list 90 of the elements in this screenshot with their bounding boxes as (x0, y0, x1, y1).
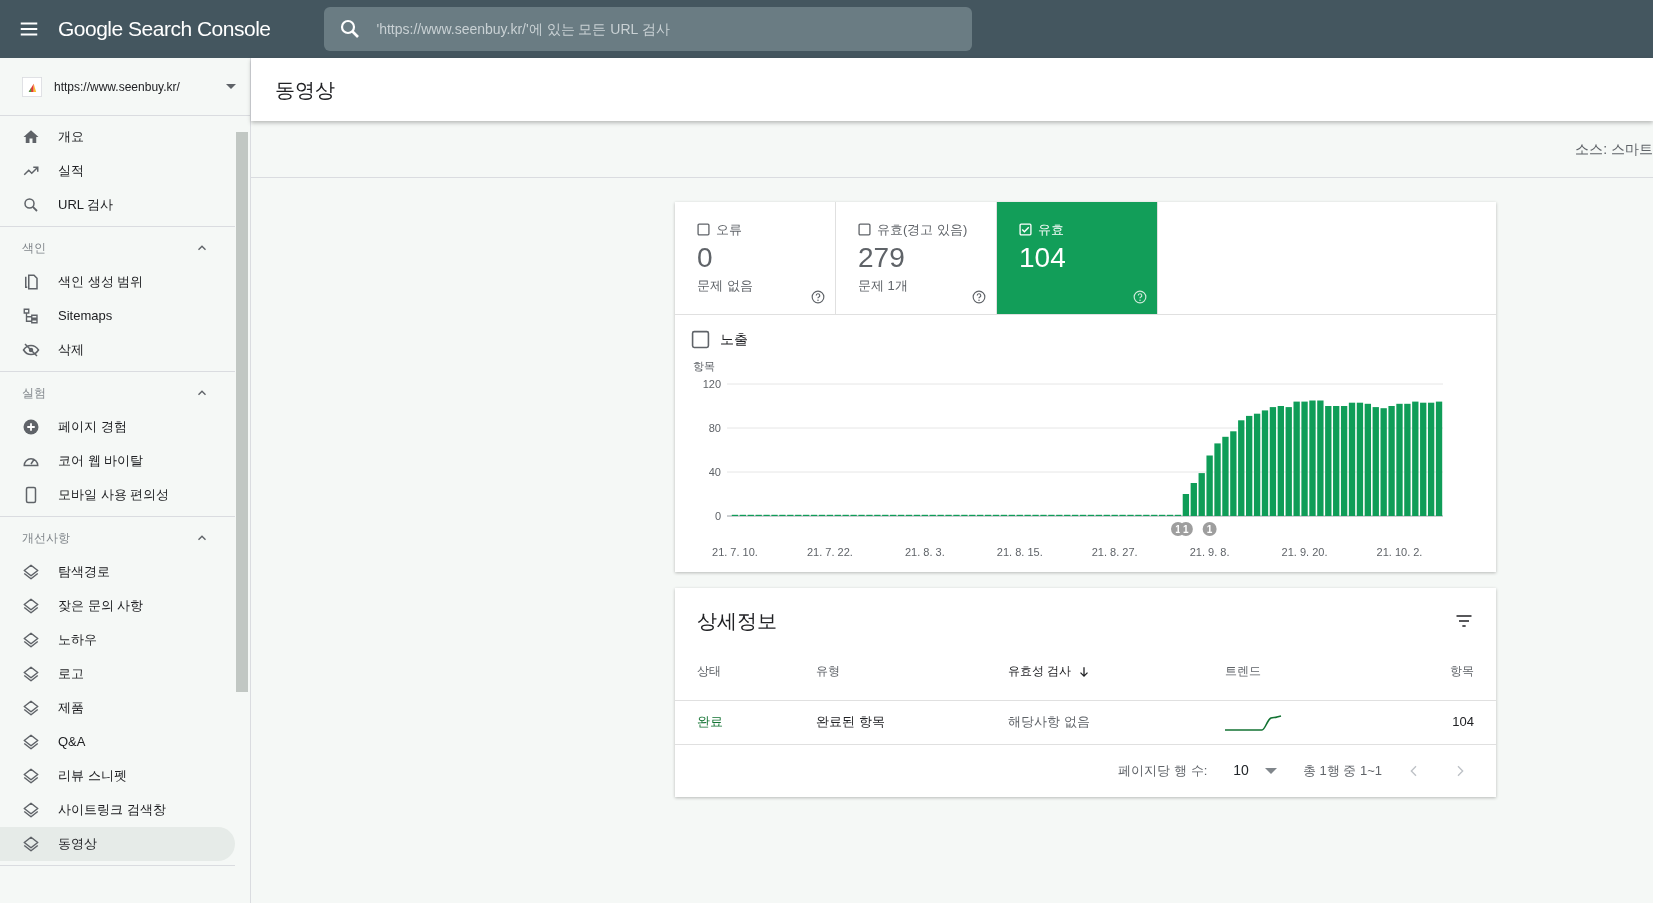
section-header[interactable]: 개선사항 (0, 521, 235, 555)
section-header[interactable]: 색인 (0, 231, 235, 265)
checkbox-checked-icon (1019, 223, 1032, 237)
tile-caption: 문제 없음 (697, 276, 754, 295)
help-icon (972, 290, 986, 304)
checkbox-icon (858, 223, 871, 237)
axis-label: 0 (714, 510, 721, 522)
layers-icon (22, 835, 40, 853)
eye-off-icon (22, 341, 40, 359)
layers-icon (22, 597, 40, 615)
layers-icon (22, 801, 40, 819)
nav-item[interactable]: Q&A (0, 725, 235, 759)
nav-item[interactable]: 개요 (0, 120, 235, 154)
axis-label: 21. 8. 15. (996, 546, 1043, 558)
nav-item[interactable]: 사이트링크 검색창 (0, 793, 235, 827)
tile-label: 유효 (1038, 221, 1064, 239)
nav-item[interactable]: URL 검사 (0, 188, 235, 222)
tile-count: 0 (697, 240, 714, 275)
column-header[interactable]: 유효성 검사 (986, 642, 1203, 700)
table-cell: 완료된 항목 (794, 700, 987, 744)
nav-item[interactable]: 노하우 (0, 623, 235, 657)
column-header[interactable]: 유형 (794, 642, 987, 700)
page-title: 동영상 (275, 77, 335, 103)
status-tile[interactable]: 유효(경고 있음) 279 문제 1개 (836, 202, 997, 315)
axis-label: 120 (702, 378, 721, 390)
property-url: https://www.seenbuy.kr/ (54, 78, 181, 96)
axis-label: 21. 10. 2. (1376, 546, 1423, 558)
nav-item[interactable]: 삭제 (0, 333, 235, 367)
table-cell: 104 (1380, 700, 1496, 744)
nav-item[interactable]: 모바일 사용 편의성 (0, 478, 235, 512)
card-title: 상세정보 (697, 609, 777, 634)
table-cell: 완료 (675, 700, 795, 744)
axis-label: 21. 7. 22. (806, 546, 853, 558)
page-range: 총 1행 중 1~1 (1302, 761, 1382, 780)
search-icon (22, 196, 40, 214)
source-label: 소스: 스마트 (1575, 139, 1653, 159)
search-field[interactable]: 'https://www.seenbuy.kr/'에 있는 모든 URL 검사 (324, 7, 973, 51)
checkbox-icon[interactable] (691, 330, 710, 349)
nav-item[interactable]: Sitemaps (0, 299, 235, 333)
nav-item[interactable]: 실적 (0, 154, 235, 188)
tile-count: 279 (858, 240, 906, 275)
copy-icon (22, 273, 40, 291)
dropdown-icon (226, 84, 236, 89)
nav-item[interactable]: 로고 (0, 657, 235, 691)
nav-item[interactable]: 잦은 문의 사항 (0, 589, 235, 623)
checkbox-icon (697, 223, 710, 237)
axis-label: 21. 9. 8. (1189, 546, 1230, 558)
axis-label: 21. 8. 27. (1091, 546, 1138, 558)
axis-label: 21. 8. 3. (904, 546, 945, 558)
layers-icon (22, 631, 40, 649)
rows-per-page-select[interactable]: 10 (1225, 756, 1285, 785)
axis-label: 40 (708, 466, 721, 478)
nav-item[interactable]: 페이지 경험 (0, 410, 235, 444)
help-icon (1133, 290, 1147, 304)
axis-title: 항목 (693, 360, 715, 372)
axis-label: 21. 9. 20. (1281, 546, 1328, 558)
axis-label: 80 (708, 422, 721, 434)
nav-item[interactable]: 코어 웹 바이탈 (0, 444, 235, 478)
tile-label: 유효(경고 있음) (877, 221, 968, 239)
nav-item[interactable]: 색인 생성 범위 (0, 265, 235, 299)
dropdown-icon (1264, 767, 1277, 774)
axis-label: 21. 7. 10. (712, 546, 758, 558)
section-header[interactable]: 실험 (0, 376, 235, 410)
rows-per-page-label: 페이지당 행 수: (1118, 761, 1208, 780)
checkbox-label: 노출 (720, 330, 748, 349)
column-header[interactable]: 트렌드 (1203, 642, 1381, 700)
layers-icon (22, 563, 40, 581)
column-header[interactable]: 항목 (1380, 642, 1496, 700)
tile-label: 오류 (716, 221, 742, 239)
nav-item[interactable]: 탐색경로 (0, 555, 235, 589)
home-icon (22, 128, 40, 146)
layers-icon (22, 767, 40, 785)
help-icon (811, 290, 825, 304)
sitemap-icon (22, 307, 40, 325)
nav-item[interactable]: 리뷰 스니펫 (0, 759, 235, 793)
status-tile[interactable]: 오류 0 문제 없음 (675, 202, 836, 315)
tile-count: 104 (1019, 240, 1067, 275)
layers-icon (22, 665, 40, 683)
app-title: Google Search Console (58, 16, 271, 43)
table-row[interactable]: 완료 완료된 항목 해당사항 없음 104 (675, 700, 1496, 744)
nav-item[interactable]: 동영상 (0, 827, 235, 861)
property-selector[interactable]: https://www.seenbuy.kr/ (0, 58, 250, 116)
plus-circle-icon (22, 418, 40, 436)
tile-caption: 문제 1개 (858, 276, 909, 295)
table-cell: 해당사항 없음 (986, 700, 1203, 744)
column-header[interactable]: 상태 (675, 642, 795, 700)
layers-icon (22, 733, 40, 751)
site-logo-icon (22, 76, 42, 97)
nav-item[interactable]: 제품 (0, 691, 235, 725)
layers-icon (22, 699, 40, 717)
